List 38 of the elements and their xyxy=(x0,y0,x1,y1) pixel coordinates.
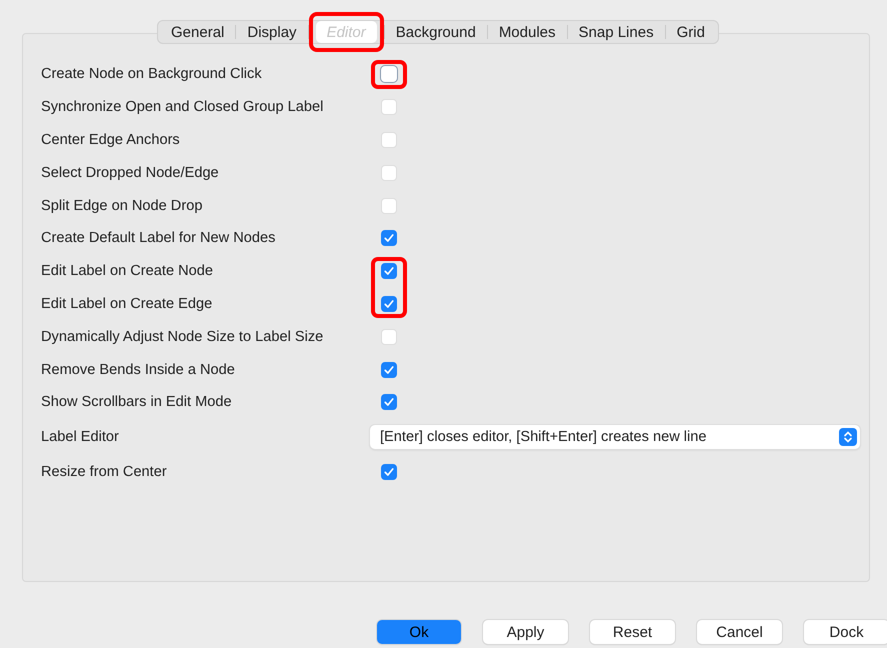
checkmark-icon xyxy=(383,232,395,244)
dialog-button[interactable]: Dock xyxy=(804,620,887,644)
tab[interactable]: General xyxy=(160,21,236,43)
checkmark-icon xyxy=(383,466,395,478)
option-label: Remove Bends Inside a Node xyxy=(41,362,236,378)
checkbox[interactable] xyxy=(381,230,397,246)
checkmark-icon xyxy=(383,396,395,408)
checkmark-icon xyxy=(383,298,395,310)
dialog-button[interactable]: Apply xyxy=(483,620,568,644)
option-label: Show Scrollbars in Edit Mode xyxy=(41,394,233,410)
dialog-button[interactable]: Reset xyxy=(590,620,675,644)
tab[interactable]: Snap Lines xyxy=(568,21,665,43)
checkmark-icon xyxy=(383,265,395,278)
stepper-icon xyxy=(839,428,857,446)
dialog-button[interactable]: Cancel xyxy=(697,620,782,644)
tab[interactable]: Display xyxy=(236,21,308,43)
tab[interactable]: Modules xyxy=(488,21,567,43)
checkmark-icon xyxy=(383,364,395,376)
tab[interactable]: Grid xyxy=(666,21,716,43)
option-label: Create Node on Background Click xyxy=(41,66,263,82)
checkbox[interactable] xyxy=(381,394,397,410)
option-label: Synchronize Open and Closed Group Label xyxy=(41,99,324,116)
label-editor-dropdown[interactable]: [Enter] closes editor, [Shift+Enter] creates new line xyxy=(370,425,860,450)
checkbox[interactable] xyxy=(381,362,397,378)
checkbox[interactable] xyxy=(381,263,397,280)
option-label: Resize from Center xyxy=(41,464,168,480)
dialog-button[interactable]: Ok xyxy=(377,620,461,644)
option-label: Create Default Label for New Nodes xyxy=(41,230,276,246)
option-label: Dynamically Adjust Node Size to Label Size xyxy=(41,328,324,345)
checkbox[interactable] xyxy=(381,296,397,312)
option-label: Select Dropped Node/Edge xyxy=(41,164,220,181)
checkbox[interactable] xyxy=(381,464,397,480)
option-label: Edit Label on Create Node xyxy=(41,263,214,280)
option-label: Split Edge on Node Drop xyxy=(41,198,204,214)
option-label: Center Edge Anchors xyxy=(41,132,181,148)
option-label: Edit Label on Create Edge xyxy=(41,296,214,312)
tab[interactable]: Background xyxy=(384,21,487,43)
option-label: Label Editor xyxy=(41,429,120,446)
